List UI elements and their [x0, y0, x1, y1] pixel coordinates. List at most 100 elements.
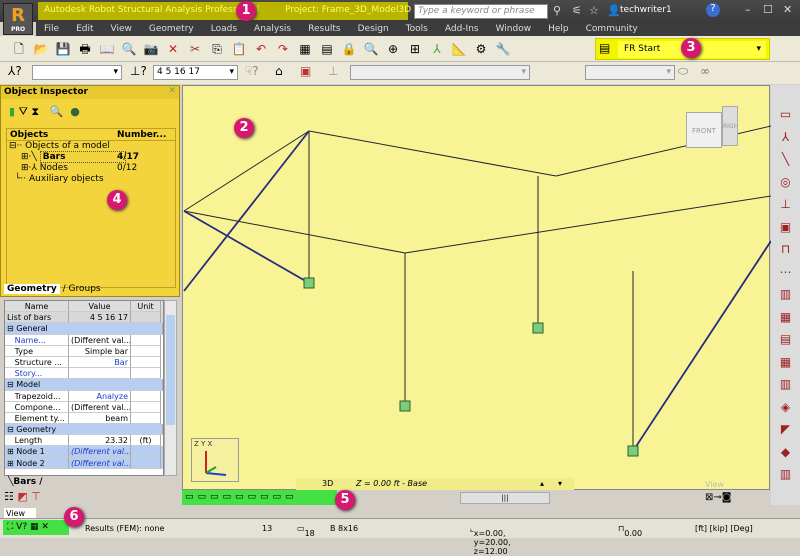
- property-row[interactable]: Element ty... beam: [5, 412, 163, 425]
- property-group[interactable]: ⊟ Model: [5, 379, 163, 391]
- copy-icon[interactable]: ⎘: [208, 40, 226, 58]
- level-down-icon[interactable]: ▾: [558, 478, 562, 490]
- design-icon[interactable]: ⚙: [472, 40, 490, 58]
- property-row[interactable]: Structure ... Bar: [5, 356, 163, 369]
- tree-item-nodes[interactable]: ⊞·⅄ Nodes 0/12: [7, 163, 175, 174]
- menu-design[interactable]: Design: [358, 24, 389, 34]
- support-type-icon[interactable]: ⊥: [328, 64, 338, 78]
- menu-analysis[interactable]: Analysis: [254, 24, 291, 34]
- print-icon[interactable]: 🖶: [76, 40, 94, 58]
- dimension-icon[interactable]: 📐: [450, 40, 468, 58]
- bar-selection-input[interactable]: 4 5 16 17 ▾: [153, 65, 238, 80]
- section-view-icon[interactable]: ⌂: [275, 64, 283, 78]
- link-icon[interactable]: ∞: [700, 64, 710, 78]
- node-select-icon[interactable]: ⅄?: [8, 64, 22, 78]
- save-icon[interactable]: 💾: [54, 40, 72, 58]
- cut-icon[interactable]: ✂: [186, 40, 204, 58]
- horizontal-scrollbar[interactable]: |||: [460, 492, 550, 504]
- level-up-icon[interactable]: ▴: [540, 478, 544, 490]
- snap-icons[interactable]: ⛶ V? ▦ ✕: [3, 522, 49, 532]
- section-icon[interactable]: ⊤: [31, 490, 41, 503]
- menu-edit[interactable]: Edit: [76, 24, 93, 34]
- zoom-all-icon[interactable]: ⊕: [384, 40, 402, 58]
- menu-window[interactable]: Window: [496, 24, 532, 34]
- close-icon[interactable]: ✕: [783, 3, 792, 16]
- line-icon[interactable]: ⊸: [713, 492, 721, 503]
- property-row[interactable]: ⊞ Node 1 (Different val...: [5, 446, 163, 458]
- undo-icon[interactable]: ↶: [252, 40, 270, 58]
- menu-loads[interactable]: Loads: [211, 24, 237, 34]
- display-icon[interactable]: ▣: [300, 64, 311, 78]
- level-label[interactable]: Z = 0.00 ft - Base: [356, 478, 427, 490]
- properties-scrollbar[interactable]: [164, 300, 177, 476]
- menu-geometry[interactable]: Geometry: [149, 24, 194, 34]
- paste-icon[interactable]: 📋: [230, 40, 248, 58]
- help-icon[interactable]: ?: [706, 3, 720, 17]
- user-name[interactable]: techwriter1: [620, 5, 672, 15]
- property-row[interactable]: Trapezoid... Analyze: [5, 390, 163, 402]
- property-row[interactable]: Compone... (Different val...: [5, 401, 163, 413]
- support-icon[interactable]: ⅄: [428, 40, 446, 58]
- funnel-icon[interactable]: ⛛: [19, 105, 28, 118]
- tab-geometry[interactable]: Geometry: [4, 284, 60, 294]
- property-row[interactable]: List of bars 4 5 16 17: [5, 312, 163, 324]
- modeling-tools[interactable]: ▭ ⅄ ╲ ◎ ⊥ ▣ ⊓ ⋯ ▥ ▦ ▤ ▦ ▥ ◈ ◤ ◆ ▥: [771, 85, 800, 486]
- open-icon[interactable]: 📂: [32, 40, 50, 58]
- minimize-icon[interactable]: –: [745, 3, 751, 16]
- menu-add-ins[interactable]: Add-Ins: [445, 24, 479, 34]
- redo-icon[interactable]: ↷: [274, 40, 292, 58]
- binoculars-icon[interactable]: ⚲: [553, 4, 561, 17]
- lock-icon[interactable]: 🔒: [340, 40, 358, 58]
- object-select-icon[interactable]: ☟?: [245, 64, 259, 78]
- hourglass-icon[interactable]: ⧗: [31, 105, 39, 118]
- property-group[interactable]: ⊟ General: [5, 323, 163, 335]
- units[interactable]: [ft] [kip] [Deg]: [695, 524, 753, 533]
- view-mode[interactable]: 3D: [322, 478, 333, 490]
- find-icon[interactable]: 🔍: [50, 105, 64, 118]
- view-toolbar-icons[interactable]: ▭▭▭▭▭▭▭▭▭: [182, 492, 298, 502]
- menu-view[interactable]: View: [111, 24, 132, 34]
- view-cube[interactable]: FRONT RIGHT: [676, 94, 746, 164]
- color-icon[interactable]: ◩: [17, 490, 27, 503]
- property-row[interactable]: Type Simple bar: [5, 345, 163, 357]
- book-icon[interactable]: 📖: [98, 40, 116, 58]
- filter-combo-2[interactable]: ▾: [585, 65, 675, 80]
- menu-help[interactable]: Help: [548, 24, 569, 34]
- globe-icon[interactable]: ●: [70, 105, 80, 118]
- camera-icon[interactable]: 📷: [142, 40, 160, 58]
- bar-select-icon[interactable]: ⊥?: [130, 64, 147, 78]
- node-selection-input[interactable]: ▾: [32, 65, 122, 80]
- views-icon[interactable]: ⊞: [406, 40, 424, 58]
- filter-icon[interactable]: ▮: [9, 105, 15, 118]
- property-row[interactable]: ⊞ Node 2 (Different val...: [5, 457, 163, 469]
- property-row[interactable]: Name... (Different val...: [5, 334, 163, 346]
- tab-groups[interactable]: Groups: [69, 284, 101, 294]
- search-input[interactable]: Type a keyword or phrase: [414, 4, 548, 19]
- menu-file[interactable]: File: [44, 24, 59, 34]
- 3d-viewport[interactable]: FRONT RIGHT Z Y X View: [182, 85, 772, 490]
- filter-combo[interactable]: ▾: [350, 65, 530, 80]
- favorites-star-icon[interactable]: ☆: [589, 4, 599, 17]
- list-icon[interactable]: ☷: [4, 490, 14, 503]
- menu-tools[interactable]: Tools: [406, 24, 428, 34]
- delete-icon[interactable]: ✕: [164, 40, 182, 58]
- tables-icon[interactable]: ▤: [318, 40, 336, 58]
- close-icon[interactable]: ✕: [168, 86, 176, 96]
- tree-item-bars[interactable]: ⊞·╲ Bars 4/17: [7, 151, 175, 163]
- zoom-icon[interactable]: 🔍: [362, 40, 380, 58]
- menu-community[interactable]: Community: [586, 24, 638, 34]
- wrench-icon[interactable]: 🔧: [494, 40, 512, 58]
- satellite-icon[interactable]: ⚟: [572, 4, 582, 17]
- menu-results[interactable]: Results: [308, 24, 341, 34]
- calculator-icon[interactable]: ▦: [296, 40, 314, 58]
- property-group[interactable]: ⊟ Geometry: [5, 424, 163, 436]
- maximize-icon[interactable]: ☐: [763, 3, 773, 16]
- print-preview-icon[interactable]: 🔍: [120, 40, 138, 58]
- property-row[interactable]: Length 23.32 (ft): [5, 435, 163, 447]
- release-icon[interactable]: ⬭: [678, 64, 688, 79]
- tab-bars[interactable]: ╲Bars /: [8, 477, 43, 487]
- tree-item-auxiliary[interactable]: └·· Auxiliary objects: [7, 174, 175, 185]
- render-icon[interactable]: ◙: [722, 492, 732, 503]
- application-menu-button[interactable]: R PRO: [3, 3, 33, 35]
- new-icon[interactable]: 🗋: [10, 40, 28, 58]
